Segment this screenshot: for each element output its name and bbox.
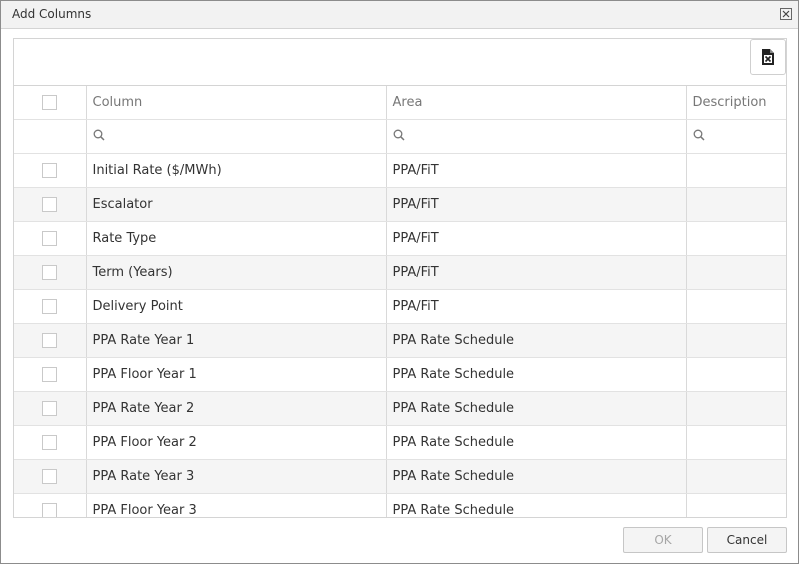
cell-column: PPA Rate Year 2: [86, 391, 387, 426]
column-filter[interactable]: [86, 119, 387, 154]
cell-description: [686, 459, 786, 494]
cell-area: PPA Rate Schedule: [386, 425, 687, 460]
row-checkbox-cell: [14, 289, 87, 324]
row-checkbox[interactable]: [42, 299, 58, 314]
cell-column: PPA Rate Year 3: [86, 459, 387, 494]
row-checkbox-cell: [14, 221, 87, 256]
row-checkbox-cell: [14, 425, 87, 460]
table-row[interactable]: Delivery Point PPA/FiT: [14, 289, 786, 324]
dialog-titlebar: Add Columns: [1, 1, 798, 29]
row-checkbox[interactable]: [42, 265, 58, 280]
row-checkbox-cell: [14, 153, 87, 188]
cell-column: PPA Rate Year 1: [86, 323, 387, 358]
cell-description: [686, 323, 786, 358]
table-row[interactable]: Rate Type PPA/FiT: [14, 221, 786, 256]
row-checkbox[interactable]: [42, 503, 58, 517]
column-picker-panel: Column Area Description Initial Rate ($/…: [13, 38, 787, 518]
cell-column: Initial Rate ($/MWh): [86, 153, 387, 188]
area-filter[interactable]: [386, 119, 687, 154]
search-icon: [93, 129, 105, 145]
search-icon: [693, 129, 705, 145]
cell-description: [686, 357, 786, 392]
cell-description: [686, 493, 786, 517]
cell-column: Term (Years): [86, 255, 387, 290]
grid-toolbar: [14, 39, 786, 86]
row-checkbox[interactable]: [42, 469, 58, 484]
table-row[interactable]: PPA Rate Year 2 PPA Rate Schedule: [14, 391, 786, 426]
table-row[interactable]: PPA Floor Year 2 PPA Rate Schedule: [14, 425, 786, 460]
cell-area: PPA/FiT: [386, 255, 687, 290]
row-checkbox[interactable]: [42, 367, 58, 382]
cell-column: Delivery Point: [86, 289, 387, 324]
row-checkbox[interactable]: [42, 435, 58, 450]
row-checkbox[interactable]: [42, 231, 58, 246]
table-row[interactable]: PPA Floor Year 3 PPA Rate Schedule: [14, 493, 786, 517]
cell-description: [686, 153, 786, 188]
cell-description: [686, 425, 786, 460]
filter-empty-cell: [14, 119, 87, 154]
column-header-description[interactable]: Description: [686, 86, 786, 120]
cell-description: [686, 221, 786, 256]
cell-area: PPA Rate Schedule: [386, 459, 687, 494]
cell-area: PPA Rate Schedule: [386, 391, 687, 426]
cell-description: [686, 187, 786, 222]
cell-area: PPA/FiT: [386, 187, 687, 222]
cell-column: PPA Floor Year 2: [86, 425, 387, 460]
row-checkbox[interactable]: [42, 333, 58, 348]
export-excel-button[interactable]: [750, 39, 786, 75]
row-checkbox-cell: [14, 323, 87, 358]
cell-area: PPA/FiT: [386, 289, 687, 324]
columns-grid: Column Area Description Initial Rate ($/…: [14, 86, 786, 517]
row-checkbox[interactable]: [42, 197, 58, 212]
table-row[interactable]: PPA Floor Year 1 PPA Rate Schedule: [14, 357, 786, 392]
select-all-checkbox[interactable]: [42, 95, 58, 110]
cell-column: Escalator: [86, 187, 387, 222]
table-row[interactable]: Initial Rate ($/MWh) PPA/FiT: [14, 153, 786, 188]
cell-column: PPA Floor Year 3: [86, 493, 387, 517]
grid-body: Initial Rate ($/MWh) PPA/FiT Escalator PPA/…: [14, 153, 786, 517]
cancel-button[interactable]: Cancel: [707, 527, 787, 553]
grid-header-row: Column Area Description: [14, 86, 786, 120]
row-checkbox-cell: [14, 255, 87, 290]
row-checkbox-cell: [14, 187, 87, 222]
cell-area: PPA Rate Schedule: [386, 357, 687, 392]
cell-column: PPA Floor Year 1: [86, 357, 387, 392]
cell-description: [686, 255, 786, 290]
table-row[interactable]: PPA Rate Year 1 PPA Rate Schedule: [14, 323, 786, 358]
cell-area: PPA Rate Schedule: [386, 323, 687, 358]
row-checkbox[interactable]: [42, 401, 58, 416]
cell-column: Rate Type: [86, 221, 387, 256]
cell-area: PPA/FiT: [386, 153, 687, 188]
column-header-area[interactable]: Area: [386, 86, 687, 120]
ok-button[interactable]: OK: [623, 527, 703, 553]
select-all-cell: [14, 86, 87, 120]
grid-filter-row: [14, 119, 786, 154]
table-row[interactable]: PPA Rate Year 3 PPA Rate Schedule: [14, 459, 786, 494]
table-row[interactable]: Term (Years) PPA/FiT: [14, 255, 786, 290]
row-checkbox-cell: [14, 357, 87, 392]
cell-area: PPA/FiT: [386, 221, 687, 256]
close-icon[interactable]: [780, 8, 792, 20]
cell-description: [686, 289, 786, 324]
row-checkbox-cell: [14, 493, 87, 517]
table-row[interactable]: Escalator PPA/FiT: [14, 187, 786, 222]
row-checkbox[interactable]: [42, 163, 58, 178]
excel-export-icon: [762, 49, 774, 65]
add-columns-dialog: Add Columns Column Area Description Init…: [0, 0, 799, 564]
dialog-title: Add Columns: [12, 7, 92, 21]
cell-description: [686, 391, 786, 426]
row-checkbox-cell: [14, 459, 87, 494]
cell-area: PPA Rate Schedule: [386, 493, 687, 517]
description-filter[interactable]: [686, 119, 786, 154]
column-header-column[interactable]: Column: [86, 86, 387, 120]
search-icon: [393, 129, 405, 145]
row-checkbox-cell: [14, 391, 87, 426]
